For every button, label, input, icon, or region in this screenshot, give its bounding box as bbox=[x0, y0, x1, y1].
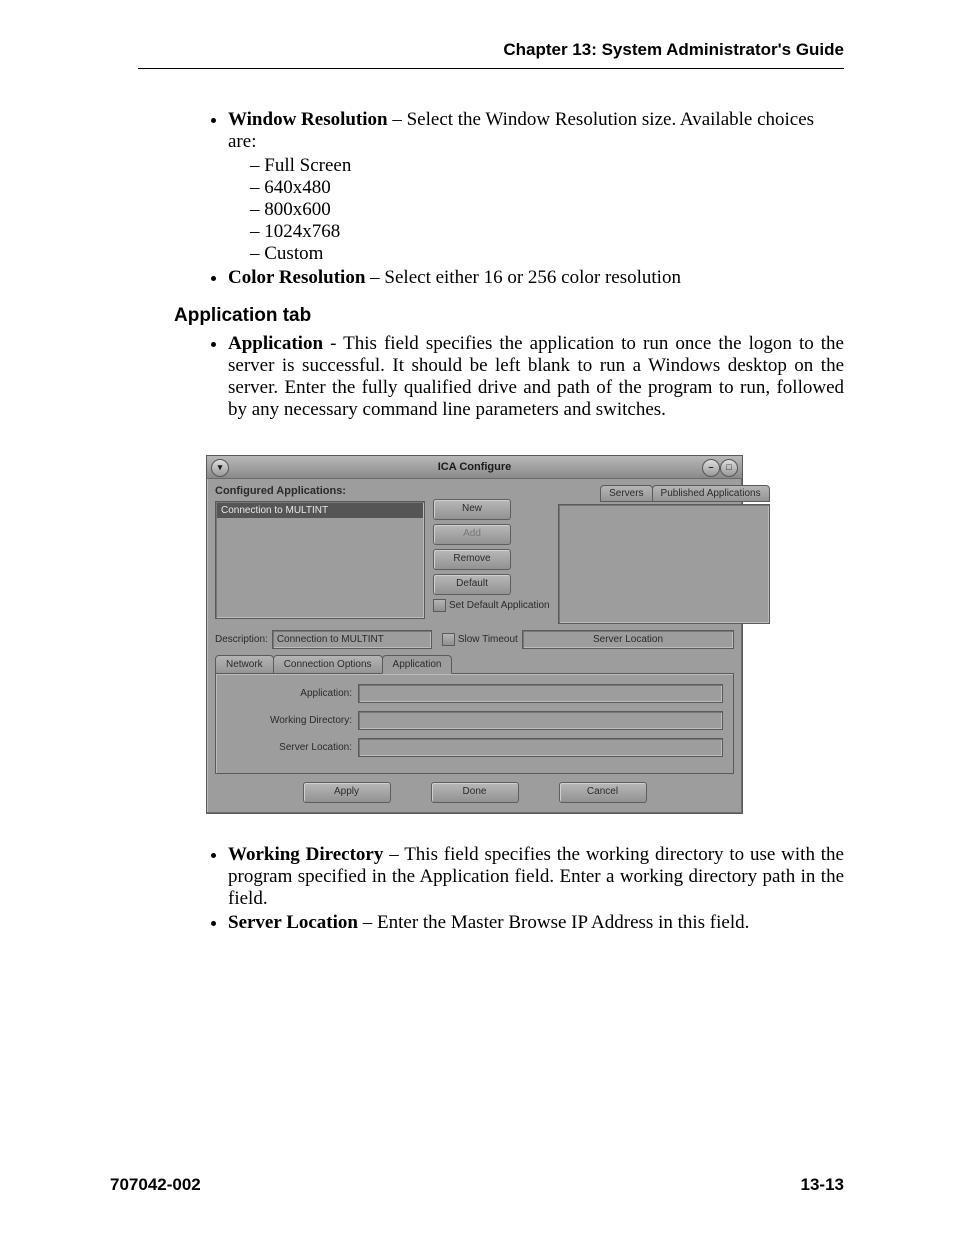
resolution-option: 1024x768 bbox=[250, 221, 844, 243]
description-field[interactable]: Connection to MULTINT bbox=[272, 630, 432, 649]
server-location-item: Server Location – Enter the Master Brows… bbox=[228, 912, 844, 934]
application-tab-panel: Application: Working Directory: Server L… bbox=[215, 673, 734, 774]
resolution-option: Custom bbox=[250, 243, 844, 265]
section-heading-application-tab: Application tab bbox=[174, 305, 844, 327]
default-button[interactable]: Default bbox=[433, 574, 511, 595]
working-directory-field[interactable] bbox=[358, 711, 723, 730]
footer-pagenum: 13-13 bbox=[801, 1175, 844, 1195]
add-button[interactable]: Add bbox=[433, 524, 511, 545]
server-location-field[interactable] bbox=[358, 738, 723, 757]
server-location-label: Server Location bbox=[228, 912, 358, 933]
slow-timeout-label: Slow Timeout bbox=[458, 634, 518, 645]
color-resolution-label: Color Resolution bbox=[228, 267, 365, 288]
tab-servers[interactable]: Servers bbox=[600, 485, 652, 502]
set-default-checkbox[interactable] bbox=[433, 599, 446, 612]
description-label: Description: bbox=[215, 634, 268, 645]
minimize-icon[interactable]: – bbox=[702, 459, 720, 477]
application-label: Application bbox=[228, 333, 323, 354]
window-resolution-item: Window Resolution – Select the Window Re… bbox=[228, 109, 844, 265]
remove-button[interactable]: Remove bbox=[433, 549, 511, 570]
header-rule bbox=[138, 68, 844, 69]
tab-application[interactable]: Application bbox=[382, 655, 453, 674]
application-field[interactable] bbox=[358, 684, 723, 703]
apply-button[interactable]: Apply bbox=[303, 782, 391, 803]
working-directory-field-label: Working Directory: bbox=[226, 715, 352, 726]
application-field-label: Application: bbox=[226, 688, 352, 699]
servers-listbox[interactable] bbox=[558, 504, 770, 624]
tab-connection-options[interactable]: Connection Options bbox=[273, 655, 383, 674]
tab-network[interactable]: Network bbox=[215, 655, 274, 674]
ica-configure-window: ▾ ICA Configure – □ Configured Applicati… bbox=[206, 455, 743, 814]
color-resolution-item: Color Resolution – Select either 16 or 2… bbox=[228, 267, 844, 289]
footer-docnum: 707042-002 bbox=[110, 1175, 201, 1195]
resolution-option: Full Screen bbox=[250, 155, 844, 177]
system-menu-icon[interactable]: ▾ bbox=[211, 459, 229, 477]
server-location-text: – Enter the Master Browse IP Address in … bbox=[358, 912, 749, 933]
set-default-label: Set Default Application bbox=[449, 600, 550, 611]
list-item[interactable]: Connection to MULTINT bbox=[217, 503, 423, 518]
server-location-field-label: Server Location: bbox=[226, 742, 352, 753]
done-button[interactable]: Done bbox=[431, 782, 519, 803]
titlebar: ▾ ICA Configure – □ bbox=[207, 456, 742, 479]
configured-apps-label: Configured Applications: bbox=[215, 485, 425, 497]
configured-apps-listbox[interactable]: Connection to MULTINT bbox=[215, 501, 425, 619]
application-item: Application - This field specifies the a… bbox=[228, 333, 844, 421]
tab-published-applications[interactable]: Published Applications bbox=[652, 485, 770, 502]
slow-timeout-checkbox[interactable] bbox=[442, 633, 455, 646]
maximize-icon[interactable]: □ bbox=[720, 459, 738, 477]
server-location-display[interactable]: Server Location bbox=[522, 630, 734, 649]
working-directory-item: Working Directory – This field specifies… bbox=[228, 844, 844, 910]
resolution-list: Full Screen 640x480 800x600 1024x768 Cus… bbox=[228, 155, 844, 265]
resolution-option: 640x480 bbox=[250, 177, 844, 199]
color-resolution-text: – Select either 16 or 256 color resoluti… bbox=[365, 267, 681, 288]
working-directory-label: Working Directory bbox=[228, 844, 383, 865]
new-button[interactable]: New bbox=[433, 499, 511, 520]
chapter-header: Chapter 13: System Administrator's Guide bbox=[110, 40, 844, 68]
window-title: ICA Configure bbox=[438, 461, 512, 473]
cancel-button[interactable]: Cancel bbox=[559, 782, 647, 803]
resolution-option: 800x600 bbox=[250, 199, 844, 221]
window-resolution-label: Window Resolution bbox=[228, 109, 388, 130]
